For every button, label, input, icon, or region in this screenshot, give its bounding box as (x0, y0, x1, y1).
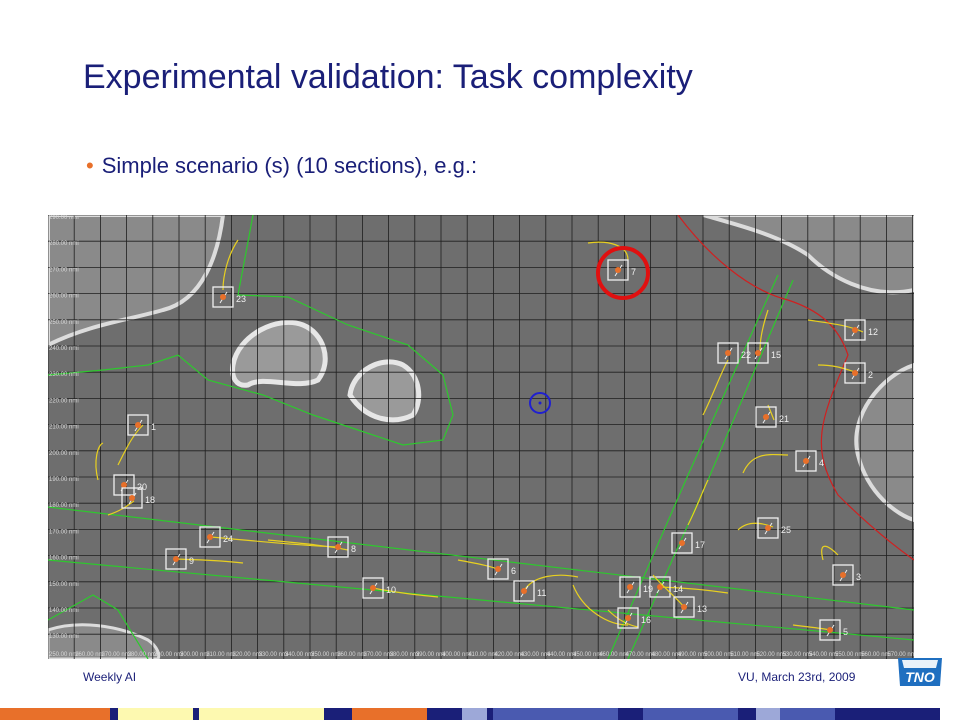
tno-logo: TNO (898, 658, 942, 686)
aircraft-dot (765, 525, 771, 531)
radar-display[interactable]: 7231222 152121201842489251761110 19 1413163… (48, 215, 914, 659)
y-axis-label: 290.00 nmi (49, 215, 79, 221)
aircraft-dot (681, 604, 687, 610)
aircraft-label: 10 (386, 585, 396, 595)
aircraft-dot (625, 615, 631, 621)
aircraft-label: 18 (145, 495, 155, 505)
aircraft-label: 17 (695, 540, 705, 550)
aircraft-label: 21 (779, 414, 789, 424)
aircraft-dot (852, 327, 858, 333)
aircraft-label: 6 (511, 566, 516, 576)
slide-title: Experimental validation: Task complexity (83, 58, 693, 96)
aircraft-dot (220, 294, 226, 300)
aircraft-label: 23 (236, 294, 246, 304)
y-axis-label: 250.00 nmi (49, 320, 79, 326)
aircraft-dot (335, 544, 341, 550)
aircraft-label: 15 (771, 350, 781, 360)
aircraft-dot (852, 370, 858, 376)
bullet-item: • Simple scenario (s) (10 sections), e.g.… (86, 153, 477, 179)
aircraft-dot (755, 350, 761, 356)
aircraft-dot (615, 267, 621, 273)
aircraft-dot (495, 566, 501, 572)
aircraft-dot (803, 458, 809, 464)
aircraft-label: 11 (537, 588, 546, 598)
aircraft-label: 25 (781, 525, 791, 535)
aircraft-dot (627, 584, 633, 590)
footer-left: Weekly AI (83, 670, 137, 684)
aircraft-label: 19 (643, 584, 653, 594)
aircraft-dot (135, 422, 141, 428)
aircraft-dot (521, 588, 527, 594)
y-axis-label: 200.00 nmi (49, 451, 79, 457)
aircraft-label: 5 (843, 627, 848, 637)
aircraft-label: 14 (673, 584, 683, 594)
aircraft-label: 22 (741, 350, 751, 360)
y-axis-label: 230.00 nmi (49, 372, 79, 378)
aircraft-label: 7 (631, 267, 636, 277)
aircraft-label: 24 (223, 534, 233, 544)
y-axis-label: 150.00 nmi (49, 582, 79, 588)
y-axis-label: 170.00 nmi (49, 529, 79, 535)
y-axis-label: 210.00 nmi (49, 425, 79, 431)
aircraft-dot (827, 627, 833, 633)
aircraft-dot (207, 534, 213, 540)
aircraft-label: 16 (641, 615, 651, 625)
aircraft-label: 13 (697, 604, 707, 614)
y-axis-label: 280.00 nmi (49, 241, 79, 247)
svg-text:TNO: TNO (905, 669, 935, 685)
aircraft-dot (725, 350, 731, 356)
footer-stripe (0, 708, 960, 720)
bullet-text: Simple scenario (s) (10 sections), e.g.: (101, 153, 478, 178)
aircraft-label: 2 (868, 370, 873, 380)
aircraft-dot (129, 495, 135, 501)
y-axis-label: 270.00 nmi (49, 267, 79, 273)
y-axis-label: 180.00 nmi (49, 503, 79, 509)
y-axis-label: 130.00 nmi (49, 634, 79, 640)
aircraft-label: 12 (868, 327, 878, 337)
y-axis-label: 190.00 nmi (49, 477, 79, 483)
aircraft-label: 8 (351, 544, 356, 554)
aircraft-label: 4 (819, 458, 824, 468)
y-axis-label: 260.00 nmi (49, 294, 79, 300)
aircraft-dot (679, 540, 685, 546)
aircraft-dot (370, 585, 376, 591)
aircraft-label: 9 (189, 556, 194, 566)
aircraft-dot (840, 572, 846, 578)
x-axis-labels: 250.00 nmi260.00 nmi270.00 nmi280.00 nmi… (49, 652, 914, 658)
y-axis-label: 160.00 nmi (49, 556, 79, 562)
y-axis-label: 240.00 nmi (49, 346, 79, 352)
aircraft-dot (763, 414, 769, 420)
aircraft-label: 3 (856, 572, 861, 582)
y-axis-label: 220.00 nmi (49, 398, 79, 404)
aircraft-label: 1 (151, 422, 156, 432)
y-axis-label: 140.00 nmi (49, 608, 79, 614)
footer-date: VU, March 23rd, 2009 (738, 670, 856, 684)
bullet-marker: • (86, 153, 94, 178)
aircraft-dot (121, 482, 127, 488)
aircraft-dot (173, 556, 179, 562)
